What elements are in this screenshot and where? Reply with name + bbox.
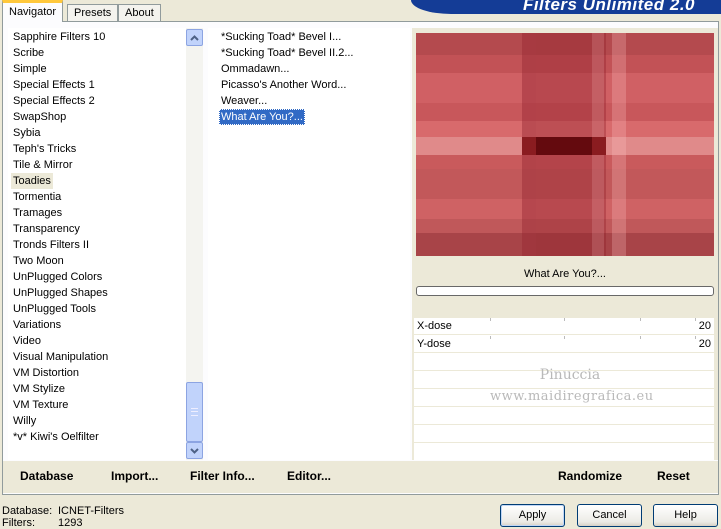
watermark: Pinuccia www.maidiregrafica.eu <box>490 364 654 408</box>
app-banner: Filters Unlimited 2.0 <box>411 0 721 14</box>
status-filters: Filters: 1293 <box>2 517 82 529</box>
param-name: Y-dose <box>417 338 451 350</box>
watermark-line1: Pinuccia <box>539 367 601 383</box>
param-row-empty <box>414 426 714 443</box>
category-item[interactable]: Teph's Tricks <box>11 141 78 157</box>
status-database-value: ICNET-Filters <box>58 505 124 517</box>
filter-item[interactable]: *Sucking Toad* Bevel I... <box>219 29 343 45</box>
category-item[interactable]: Tile & Mirror <box>11 157 74 173</box>
help-button[interactable]: Help <box>653 504 718 527</box>
apply-button[interactable]: Apply <box>500 504 565 527</box>
status-filters-value: 1293 <box>58 517 83 529</box>
param-row-x-dose[interactable]: X-dose 20 <box>414 318 714 335</box>
category-item[interactable]: *v* Kiwi's Oelfilter <box>11 429 101 445</box>
tab-navigator[interactable]: Navigator <box>2 0 64 22</box>
editor-button[interactable]: Editor... <box>287 469 331 483</box>
status-database: Database: ICNET-Filters <box>2 505 124 517</box>
category-list[interactable]: Sapphire Filters 10 Scribe Simple Special E… <box>8 28 202 460</box>
category-item[interactable]: Sapphire Filters 10 <box>11 29 107 45</box>
progress-bar <box>416 286 714 296</box>
watermark-line2: www.maidiregrafica.eu <box>490 389 654 404</box>
status-filters-label: Filters: <box>2 517 35 529</box>
database-button[interactable]: Database <box>20 469 73 483</box>
category-scrollbar[interactable] <box>186 28 203 460</box>
category-item[interactable]: Willy <box>11 413 38 429</box>
filter-item[interactable]: *Sucking Toad* Bevel II.2... <box>219 45 356 61</box>
bottom-toolbar: Database Import... Filter Info... Editor… <box>3 461 718 493</box>
category-item[interactable]: UnPlugged Shapes <box>11 285 110 301</box>
param-name: X-dose <box>417 320 452 332</box>
category-item[interactable]: UnPlugged Tools <box>11 301 98 317</box>
category-item[interactable]: VM Stylize <box>11 381 67 397</box>
category-item[interactable]: VM Texture <box>11 397 70 413</box>
filter-item[interactable]: Ommadawn... <box>219 61 291 77</box>
category-item[interactable]: Sybia <box>11 125 43 141</box>
category-item[interactable]: Scribe <box>11 45 46 61</box>
slider-ticks <box>490 318 696 322</box>
category-item[interactable]: Video <box>11 333 43 349</box>
category-item[interactable]: Special Effects 2 <box>11 93 97 109</box>
tab-strip: Navigator Presets About Filters Unlimite… <box>0 0 721 22</box>
category-item[interactable]: Tormentia <box>11 189 63 205</box>
preview-band <box>612 33 626 256</box>
filter-item[interactable]: Picasso's Another Word... <box>219 77 348 93</box>
grip-icon <box>191 408 198 416</box>
param-value: 20 <box>698 338 711 350</box>
slider-ticks <box>490 336 696 340</box>
category-item[interactable]: VM Distortion <box>11 365 81 381</box>
filter-item[interactable]: Weaver... <box>219 93 269 109</box>
param-value: 20 <box>698 320 711 332</box>
import-button[interactable]: Import... <box>111 469 158 483</box>
category-item[interactable]: Visual Manipulation <box>11 349 110 365</box>
scroll-down-button[interactable] <box>186 442 203 459</box>
app-title: Filters Unlimited 2.0 <box>522 0 695 14</box>
category-item[interactable]: Simple <box>11 61 49 77</box>
category-item[interactable]: Toadies <box>11 173 53 189</box>
tab-presets[interactable]: Presets <box>67 4 119 22</box>
filter-info-button[interactable]: Filter Info... <box>190 469 255 483</box>
filter-list[interactable]: *Sucking Toad* Bevel I... *Sucking Toad* … <box>208 28 410 460</box>
preview-band <box>536 137 592 155</box>
chevron-up-icon <box>190 34 199 41</box>
cancel-button[interactable]: Cancel <box>577 504 642 527</box>
category-item[interactable]: Two Moon <box>11 253 66 269</box>
category-item[interactable]: Transparency <box>11 221 82 237</box>
status-database-label: Database: <box>2 505 53 517</box>
chevron-down-icon <box>190 447 199 454</box>
scroll-up-button[interactable] <box>186 29 203 46</box>
category-item[interactable]: Variations <box>11 317 63 333</box>
category-item[interactable]: Special Effects 1 <box>11 77 97 93</box>
param-row-y-dose[interactable]: Y-dose 20 <box>414 336 714 353</box>
reset-button[interactable]: Reset <box>657 469 690 483</box>
param-row-empty <box>414 408 714 425</box>
randomize-button[interactable]: Randomize <box>558 469 622 483</box>
tab-about[interactable]: About <box>118 4 161 22</box>
current-filter-name: What Are You?... <box>524 268 606 280</box>
category-item[interactable]: SwapShop <box>11 109 68 125</box>
filter-item[interactable]: What Are You?... <box>219 109 305 125</box>
category-item[interactable]: Tronds Filters II <box>11 237 91 253</box>
preview-image <box>416 33 714 256</box>
category-item[interactable]: UnPlugged Colors <box>11 269 104 285</box>
category-item[interactable]: Tramages <box>11 205 64 221</box>
scroll-thumb[interactable] <box>186 382 203 442</box>
param-row-empty <box>414 444 714 461</box>
